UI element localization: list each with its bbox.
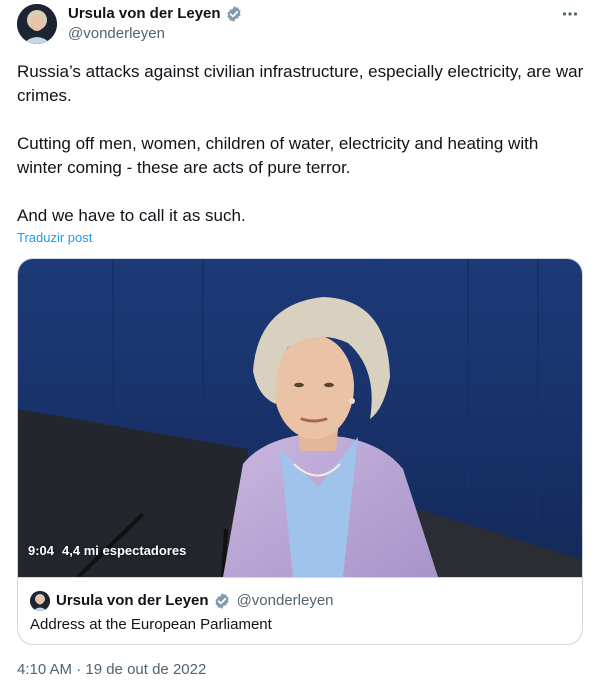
author-handle[interactable]: @vonderleyen <box>68 25 165 43</box>
more-options-icon[interactable] <box>560 4 580 24</box>
quote-author-handle: @vonderleyen <box>236 592 334 609</box>
quote-caption: Address at the European Parliament <box>30 616 272 633</box>
quote-author-name: Ursula von der Leyen <box>56 592 209 609</box>
tweet-timestamp[interactable]: 4:10 AM · 19 de out de 2022 <box>17 661 206 679</box>
video-duration: 9:04 <box>28 543 55 558</box>
video-player[interactable]: 9:04 4,4 mi espectadores <box>18 259 582 577</box>
video-views: 4,4 mi espectadores <box>62 543 187 558</box>
media-card[interactable]: 9:04 4,4 mi espectadores Ursula von der … <box>17 258 583 645</box>
tweet-paragraph: Cutting off men, women, children of wate… <box>17 134 539 177</box>
author-name-text[interactable]: Ursula von der Leyen <box>68 5 221 23</box>
tweet-paragraph: Russia’s attacks against civilian infras… <box>17 62 584 105</box>
quote-avatar <box>30 591 50 611</box>
tweet-text: Russia’s attacks against civilian infras… <box>17 60 585 252</box>
verified-badge-icon[interactable] <box>225 5 243 23</box>
verified-badge-icon <box>213 592 231 610</box>
video-meta: 9:04 4,4 mi espectadores <box>28 543 186 558</box>
tweet-paragraph: And we have to call it as such. <box>17 206 246 225</box>
quote-author: Ursula von der Leyen @vonderleyen <box>56 592 334 610</box>
quote-footer[interactable]: Ursula von der Leyen @vonderleyen Addres… <box>18 577 582 644</box>
translate-post-link[interactable]: Traduzir post <box>17 230 92 246</box>
author-avatar[interactable] <box>17 4 57 44</box>
author-name[interactable]: Ursula von der Leyen <box>68 5 243 23</box>
video-frame[interactable] <box>18 259 582 577</box>
tweet: Ursula von der Leyen @vonderleyen Russia… <box>0 0 602 687</box>
